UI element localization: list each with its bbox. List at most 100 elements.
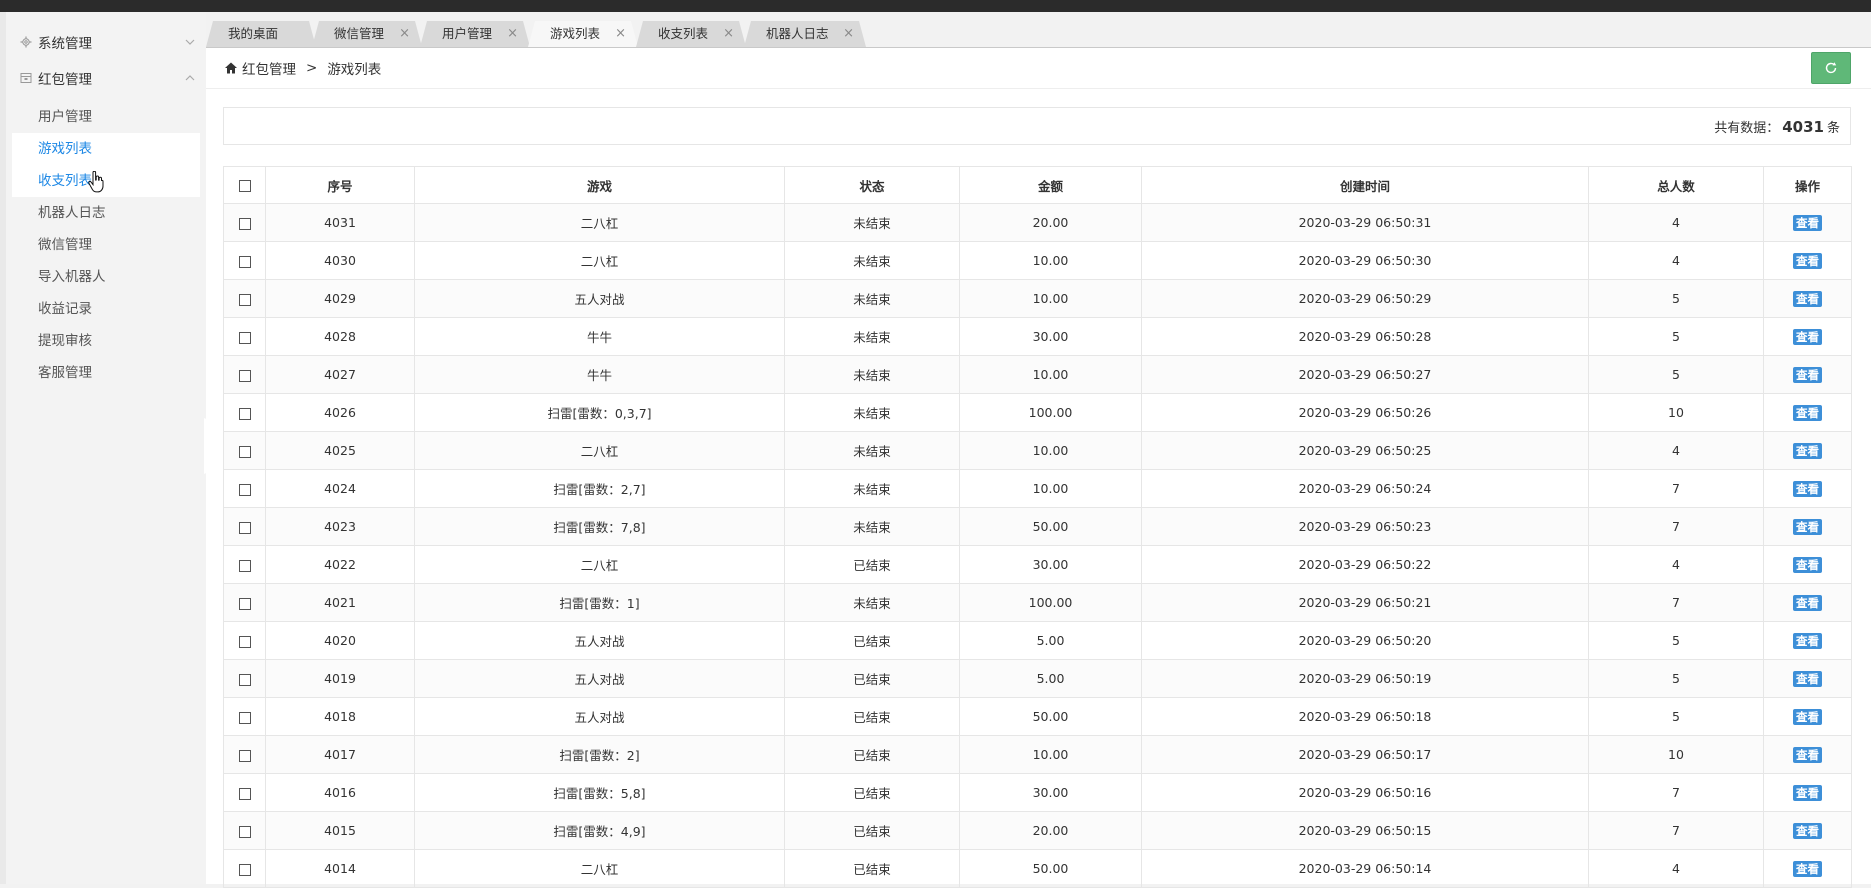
row-checkbox[interactable] [238, 369, 251, 382]
view-button[interactable]: 查看 [1793, 556, 1822, 573]
tab-users[interactable]: 用户管理 × [420, 21, 530, 47]
tab-my-desktop[interactable]: 我的桌面 [206, 21, 316, 47]
row-checkbox[interactable] [238, 749, 251, 762]
menu-group-label: 系统管理 [38, 36, 92, 52]
sidebar-item-customer-service[interactable]: 客服管理 [12, 357, 200, 389]
row-select-cell [223, 317, 266, 356]
row-action-cell: 查看 [1763, 317, 1852, 356]
view-button[interactable]: 查看 [1793, 366, 1822, 383]
table-row: 4031 二八杠 未结束 20.00 2020-03-29 06:50:31 4 查看 [223, 203, 1852, 242]
row-checkbox[interactable] [238, 483, 251, 496]
row-checkbox[interactable] [238, 521, 251, 534]
row-checkbox[interactable] [238, 255, 251, 268]
close-icon[interactable]: × [723, 21, 734, 47]
column-header-status[interactable]: 状态 [784, 166, 960, 204]
menu-group-system[interactable]: 系统管理 [18, 27, 198, 57]
tab-wechat[interactable]: 微信管理 × [312, 21, 422, 47]
cell-created: 2020-03-29 06:50:24 [1141, 469, 1589, 508]
sidebar-item-users[interactable]: 用户管理 [12, 101, 200, 133]
row-checkbox[interactable] [238, 673, 251, 686]
menu-group-redpacket[interactable]: 红包管理 [18, 63, 198, 93]
view-button[interactable]: 查看 [1793, 860, 1822, 877]
row-checkbox[interactable] [238, 407, 251, 420]
menu-group-label: 红包管理 [38, 72, 92, 88]
cell-id: 4022 [265, 545, 415, 584]
view-button[interactable]: 查看 [1793, 784, 1822, 801]
view-button[interactable]: 查看 [1793, 518, 1822, 535]
row-select-cell [223, 811, 266, 850]
select-all-checkbox[interactable] [238, 180, 251, 192]
view-button[interactable]: 查看 [1793, 822, 1822, 839]
sidebar-item-withdraw-review[interactable]: 提现审核 [12, 325, 200, 357]
row-checkbox[interactable] [238, 711, 251, 724]
cell-game: 扫雷[雷数：1] [414, 583, 785, 622]
row-action-cell: 查看 [1763, 241, 1852, 280]
row-checkbox[interactable] [238, 863, 251, 876]
sidebar-item-wechat[interactable]: 微信管理 [12, 229, 200, 261]
close-icon[interactable]: × [843, 21, 854, 47]
row-checkbox[interactable] [238, 787, 251, 800]
view-button[interactable]: 查看 [1793, 632, 1822, 649]
cell-players: 5 [1588, 279, 1764, 318]
cell-id: 4030 [265, 241, 415, 280]
breadcrumb-parent[interactable]: 红包管理 [242, 58, 296, 78]
table-row: 4029 五人对战 未结束 10.00 2020-03-29 06:50:29 5 查看 [223, 279, 1852, 318]
tab-robot-log[interactable]: 机器人日志 × [744, 21, 866, 47]
cell-amount: 10.00 [959, 355, 1142, 394]
tab-game-list[interactable]: 游戏列表 × [528, 21, 638, 47]
view-button[interactable]: 查看 [1793, 708, 1822, 725]
row-checkbox[interactable] [238, 293, 251, 306]
view-button[interactable]: 查看 [1793, 670, 1822, 687]
cell-game: 五人对战 [414, 697, 785, 736]
close-icon[interactable]: × [507, 21, 518, 47]
row-action-cell: 查看 [1763, 469, 1852, 508]
column-header-created[interactable]: 创建时间 [1141, 166, 1589, 204]
table-row: 4019 五人对战 已结束 5.00 2020-03-29 06:50:19 5 查看 [223, 659, 1852, 698]
refresh-button[interactable] [1811, 52, 1851, 84]
cell-game: 二八杠 [414, 431, 785, 470]
row-action-cell: 查看 [1763, 849, 1852, 888]
cell-id: 4029 [265, 279, 415, 318]
row-checkbox[interactable] [238, 825, 251, 838]
sidebar-item-import-robot[interactable]: 导入机器人 [12, 261, 200, 293]
table-row: 4015 扫雷[雷数：4,9] 已结束 20.00 2020-03-29 06:50:1… [223, 811, 1852, 850]
row-checkbox[interactable] [238, 559, 251, 572]
cell-created: 2020-03-29 06:50:15 [1141, 811, 1589, 850]
row-checkbox[interactable] [238, 597, 251, 610]
view-button[interactable]: 查看 [1793, 746, 1822, 763]
sidebar-item-income-expense[interactable]: 收支列表 [12, 165, 200, 197]
row-checkbox[interactable] [238, 445, 251, 458]
view-button[interactable]: 查看 [1793, 328, 1822, 345]
row-checkbox[interactable] [238, 635, 251, 648]
column-header-players[interactable]: 总人数 [1588, 166, 1764, 204]
cell-status: 已结束 [784, 849, 960, 888]
cell-game: 二八杠 [414, 203, 785, 242]
cell-id: 4019 [265, 659, 415, 698]
view-button[interactable]: 查看 [1793, 290, 1822, 307]
column-header-game[interactable]: 游戏 [414, 166, 785, 204]
view-button[interactable]: 查看 [1793, 404, 1822, 421]
close-icon[interactable]: × [615, 21, 626, 47]
row-select-cell [223, 697, 266, 736]
sidebar-item-robot-log[interactable]: 机器人日志 [12, 197, 200, 229]
sidebar-item-game-list[interactable]: 游戏列表 [12, 133, 200, 165]
close-icon[interactable]: × [399, 21, 410, 47]
view-button[interactable]: 查看 [1793, 480, 1822, 497]
column-header-amount[interactable]: 金额 [959, 166, 1142, 204]
row-checkbox[interactable] [238, 217, 251, 230]
sidebar-item-earnings[interactable]: 收益记录 [12, 293, 200, 325]
row-action-cell: 查看 [1763, 583, 1852, 622]
cell-players: 5 [1588, 621, 1764, 660]
cell-game: 五人对战 [414, 279, 785, 318]
tab-income-expense[interactable]: 收支列表 × [636, 21, 746, 47]
cell-amount: 5.00 [959, 621, 1142, 660]
cell-amount: 10.00 [959, 735, 1142, 774]
view-button[interactable]: 查看 [1793, 252, 1822, 269]
cell-players: 10 [1588, 735, 1764, 774]
view-button[interactable]: 查看 [1793, 442, 1822, 459]
cell-status: 未结束 [784, 431, 960, 470]
row-checkbox[interactable] [238, 331, 251, 344]
column-header-id[interactable]: 序号 [265, 166, 415, 204]
view-button[interactable]: 查看 [1793, 594, 1822, 611]
view-button[interactable]: 查看 [1793, 214, 1822, 231]
